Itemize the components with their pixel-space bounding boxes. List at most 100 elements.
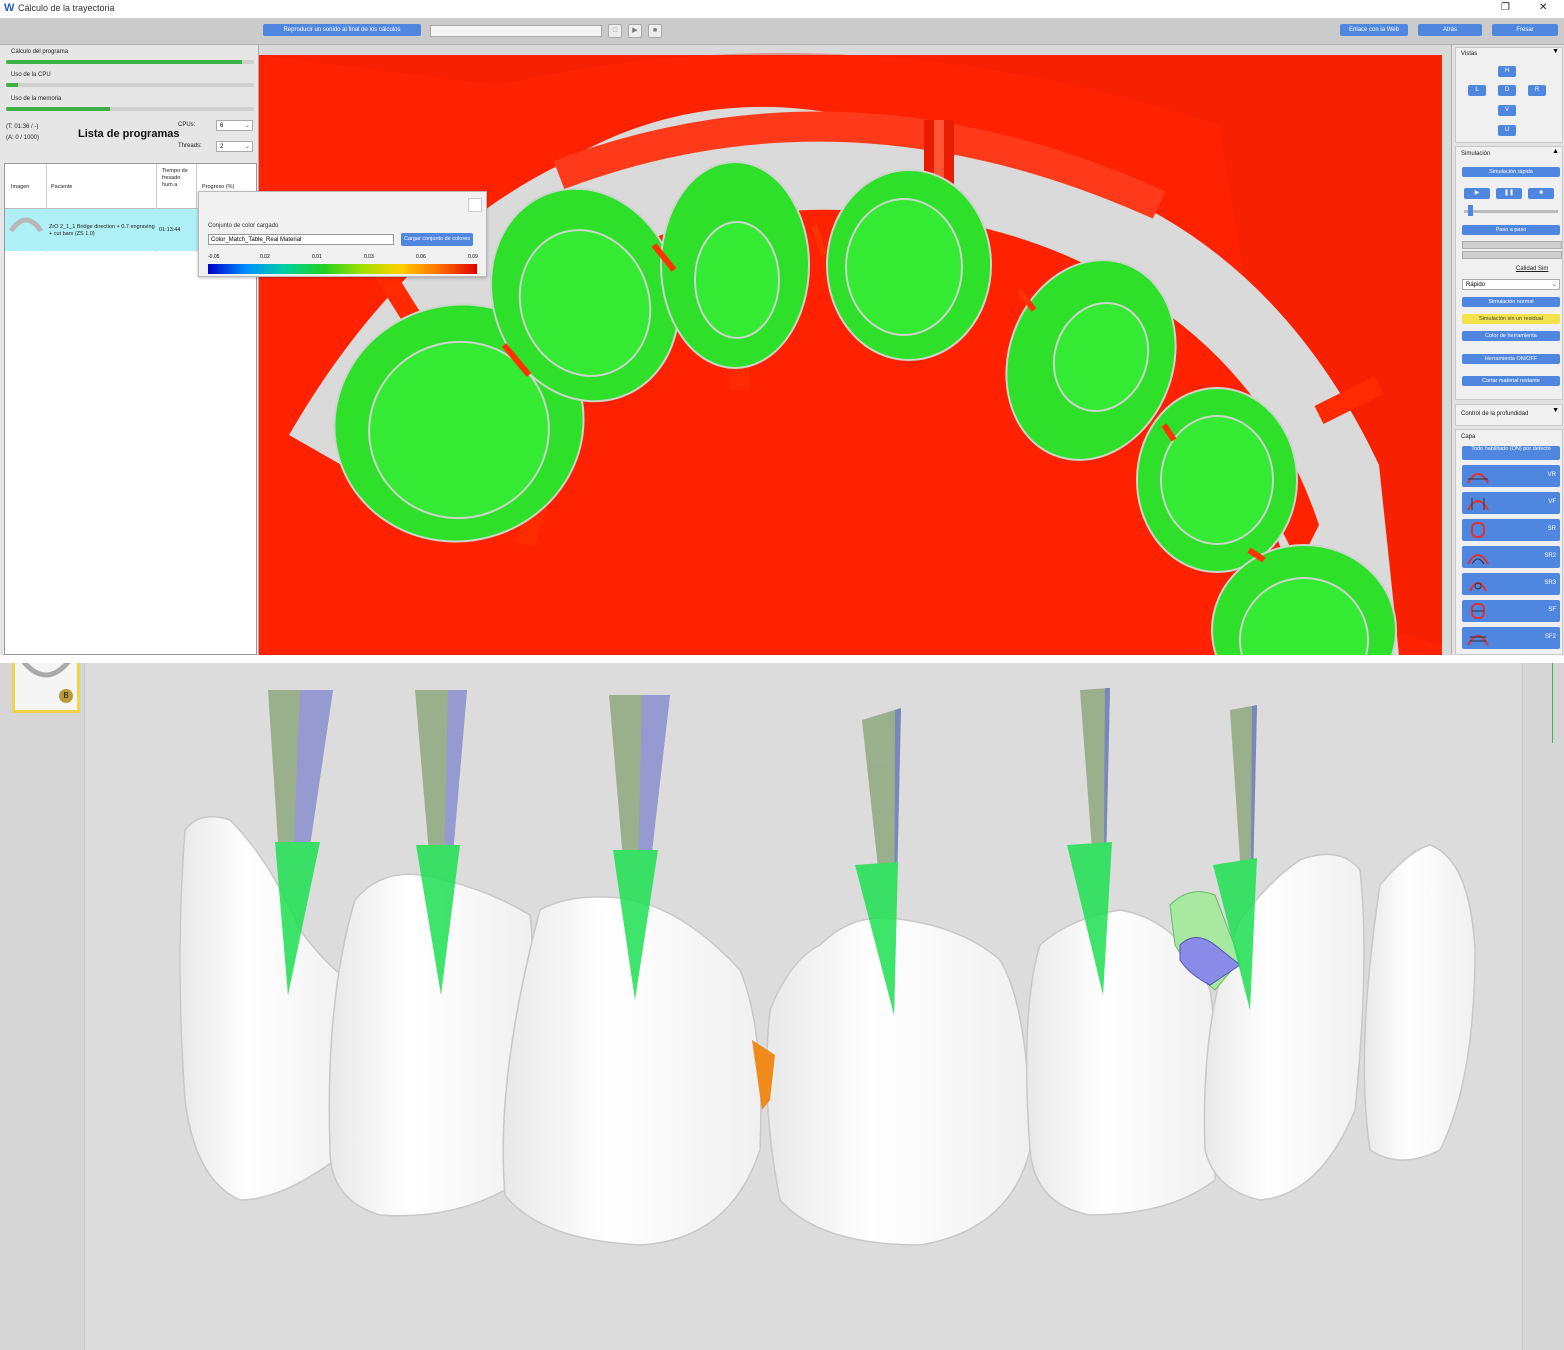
col-progress[interactable]: Progreso (%) xyxy=(202,184,234,191)
layer-label: SR xyxy=(1547,526,1556,532)
layer-vr-button[interactable]: VR xyxy=(1462,465,1560,487)
image-separator xyxy=(0,655,1564,663)
scale-tick: -0.05 xyxy=(208,254,220,260)
chevron-down-icon: ⌄ xyxy=(244,144,250,150)
color-scale-bar xyxy=(208,264,477,274)
sound-button[interactable]: Reproducir un sonido al final de los cál… xyxy=(263,24,421,36)
col-patient[interactable]: Paciente xyxy=(51,184,72,191)
left-panel: Cálculo del programa Uso de la CPU Uso d… xyxy=(0,45,259,655)
layer-vf-icon xyxy=(1467,498,1489,511)
view-bottom-button[interactable]: U xyxy=(1498,125,1516,136)
cut-residual-button[interactable]: Cortar material restante xyxy=(1462,376,1560,386)
toolbar: Reproducir un sonido al final de los cál… xyxy=(0,19,1564,45)
layer-sr-button[interactable]: SR xyxy=(1462,519,1560,541)
quality-select[interactable]: Rápido ⌄ xyxy=(1462,279,1560,290)
back-button[interactable]: Atrás xyxy=(1418,24,1482,36)
program-list-title: Lista de programas xyxy=(78,128,180,140)
play-icon[interactable]: ▶ xyxy=(628,24,642,38)
stop-icon[interactable]: ■ xyxy=(648,24,662,38)
slider-handle[interactable] xyxy=(1468,205,1473,216)
residual-simulation-button[interactable]: Simulación sin un residual xyxy=(1462,314,1560,324)
bottom-left-strip xyxy=(0,663,85,1350)
cpus-select[interactable]: 6 ⌄ xyxy=(216,120,253,131)
layer-vf-button[interactable]: VF xyxy=(1462,492,1560,514)
bottom-right-strip xyxy=(1522,663,1564,1350)
restore-icon[interactable]: ❐ xyxy=(1501,2,1510,13)
play-icon[interactable]: ▶ xyxy=(1464,188,1490,199)
memory-usage-label: Uso de la memoria xyxy=(11,96,62,102)
program-calc-progress xyxy=(6,60,254,64)
layer-sf-button[interactable]: SF xyxy=(1462,600,1560,622)
views-title: Vistas xyxy=(1461,51,1478,57)
all-enabled-button[interactable]: Todo habilitado (ON) por defecto xyxy=(1462,446,1560,460)
normal-simulation-button[interactable]: Simulación normal xyxy=(1462,297,1560,307)
mill-button[interactable]: Fresar xyxy=(1492,24,1558,36)
program-thumbnail[interactable]: B xyxy=(12,663,80,713)
row-time: 01:13:44 xyxy=(159,227,181,233)
chevron-down-icon: ⌄ xyxy=(1551,282,1557,288)
view-left-button[interactable]: L xyxy=(1468,85,1486,96)
simulation-section: Simulación ▲ Simulación rápida ▶ ❚❚ ■ Pa… xyxy=(1455,146,1563,400)
bridge-thumbnail xyxy=(21,663,71,678)
layer-sr-icon xyxy=(1471,522,1485,538)
title-bar: W Cálculo de la trayectoria ❐ ✕ xyxy=(0,0,1564,19)
memory-usage-progress xyxy=(6,107,254,111)
depth-control-section[interactable]: Control de la profundidad ▼ xyxy=(1455,404,1563,426)
view-right-button[interactable]: R xyxy=(1528,85,1546,96)
web-link-button[interactable]: Enlace con la Web xyxy=(1340,24,1408,36)
scale-tick: 0.01 xyxy=(312,254,322,260)
layer-sf2-icon xyxy=(1467,635,1489,646)
step-by-step-button[interactable]: Paso a paso xyxy=(1462,225,1560,235)
collapse-icon[interactable]: ▼ xyxy=(1552,48,1559,55)
simulation-viewport[interactable] xyxy=(259,45,1442,655)
quality-value: Rápido xyxy=(1466,282,1486,288)
simulation-speed-slider[interactable] xyxy=(1464,210,1558,213)
view-back-button[interactable]: V xyxy=(1498,105,1516,116)
open-folder-icon[interactable]: □ xyxy=(608,24,622,38)
threads-value: 2 xyxy=(220,144,224,150)
collapse-icon[interactable]: ▲ xyxy=(1552,148,1559,155)
popup-close-icon[interactable] xyxy=(468,198,482,212)
layer-sr2-button[interactable]: SR2 xyxy=(1462,546,1560,568)
cpu-usage-progress xyxy=(6,83,254,87)
layer-sf2-button[interactable]: SF2 xyxy=(1462,627,1560,649)
view-front-button[interactable]: D xyxy=(1498,85,1516,96)
count-info: (A: 0 / 1000) xyxy=(6,135,40,141)
layer-title: Capa xyxy=(1461,434,1476,440)
color-set-label: Conjunto de color cargado xyxy=(208,223,279,229)
right-panel: Vistas ▼ H L D R V U Simulación ▲ Simula… xyxy=(1451,45,1564,655)
pause-icon[interactable]: ❚❚ xyxy=(1496,188,1522,199)
teeth-tool-render xyxy=(179,688,1476,1246)
col-milling-time[interactable]: Tiempo de fresado hum.a xyxy=(162,168,190,189)
program-badge: B xyxy=(59,689,73,703)
row-patient: ZrO 2_1_1 Bridge direction + 0.7 engravi… xyxy=(49,224,155,237)
depth-control-title: Control de la profundidad xyxy=(1461,411,1529,417)
layer-sr3-button[interactable]: SR3 xyxy=(1462,573,1560,595)
time-info: (T: 01:36 / -) xyxy=(6,124,39,130)
sound-path-field[interactable] xyxy=(430,25,602,37)
layer-section: Capa Todo habilitado (ON) por defecto VR… xyxy=(1455,429,1563,655)
expand-icon[interactable]: ▼ xyxy=(1552,407,1559,414)
tool-color-button[interactable]: Color de herramienta xyxy=(1462,331,1560,341)
tooth-tool-view[interactable]: B xyxy=(0,663,1564,1350)
scroll-indicator[interactable] xyxy=(1552,663,1564,743)
close-icon[interactable]: ✕ xyxy=(1539,2,1547,13)
load-color-set-button[interactable]: Cargar conjunto de colores xyxy=(401,233,473,246)
color-set-field[interactable]: Color_Match_Table_Real Material xyxy=(208,234,394,245)
scale-tick: 0.02 xyxy=(260,254,270,260)
scale-tick: 0.09 xyxy=(468,254,478,260)
color-set-popup: Conjunto de color cargado Color_Match_Ta… xyxy=(198,191,487,277)
threads-label: Threads: xyxy=(178,143,202,149)
tool-toggle-button[interactable]: Herramienta ON/OFF xyxy=(1462,354,1560,364)
threads-select[interactable]: 2 ⌄ xyxy=(216,141,253,152)
layer-label: SR2 xyxy=(1544,553,1556,559)
layer-sr2-icon xyxy=(1467,554,1489,565)
cpu-usage-label: Uso de la CPU xyxy=(11,72,51,78)
app-logo: W xyxy=(4,2,15,14)
col-image[interactable]: Imagen xyxy=(11,184,29,191)
fast-simulation-button[interactable]: Simulación rápida xyxy=(1462,167,1560,177)
stop-icon[interactable]: ■ xyxy=(1528,188,1554,199)
layer-label: SF xyxy=(1548,607,1556,613)
view-top-button[interactable]: H xyxy=(1498,66,1516,77)
cpus-label: CPUs: xyxy=(178,122,196,128)
